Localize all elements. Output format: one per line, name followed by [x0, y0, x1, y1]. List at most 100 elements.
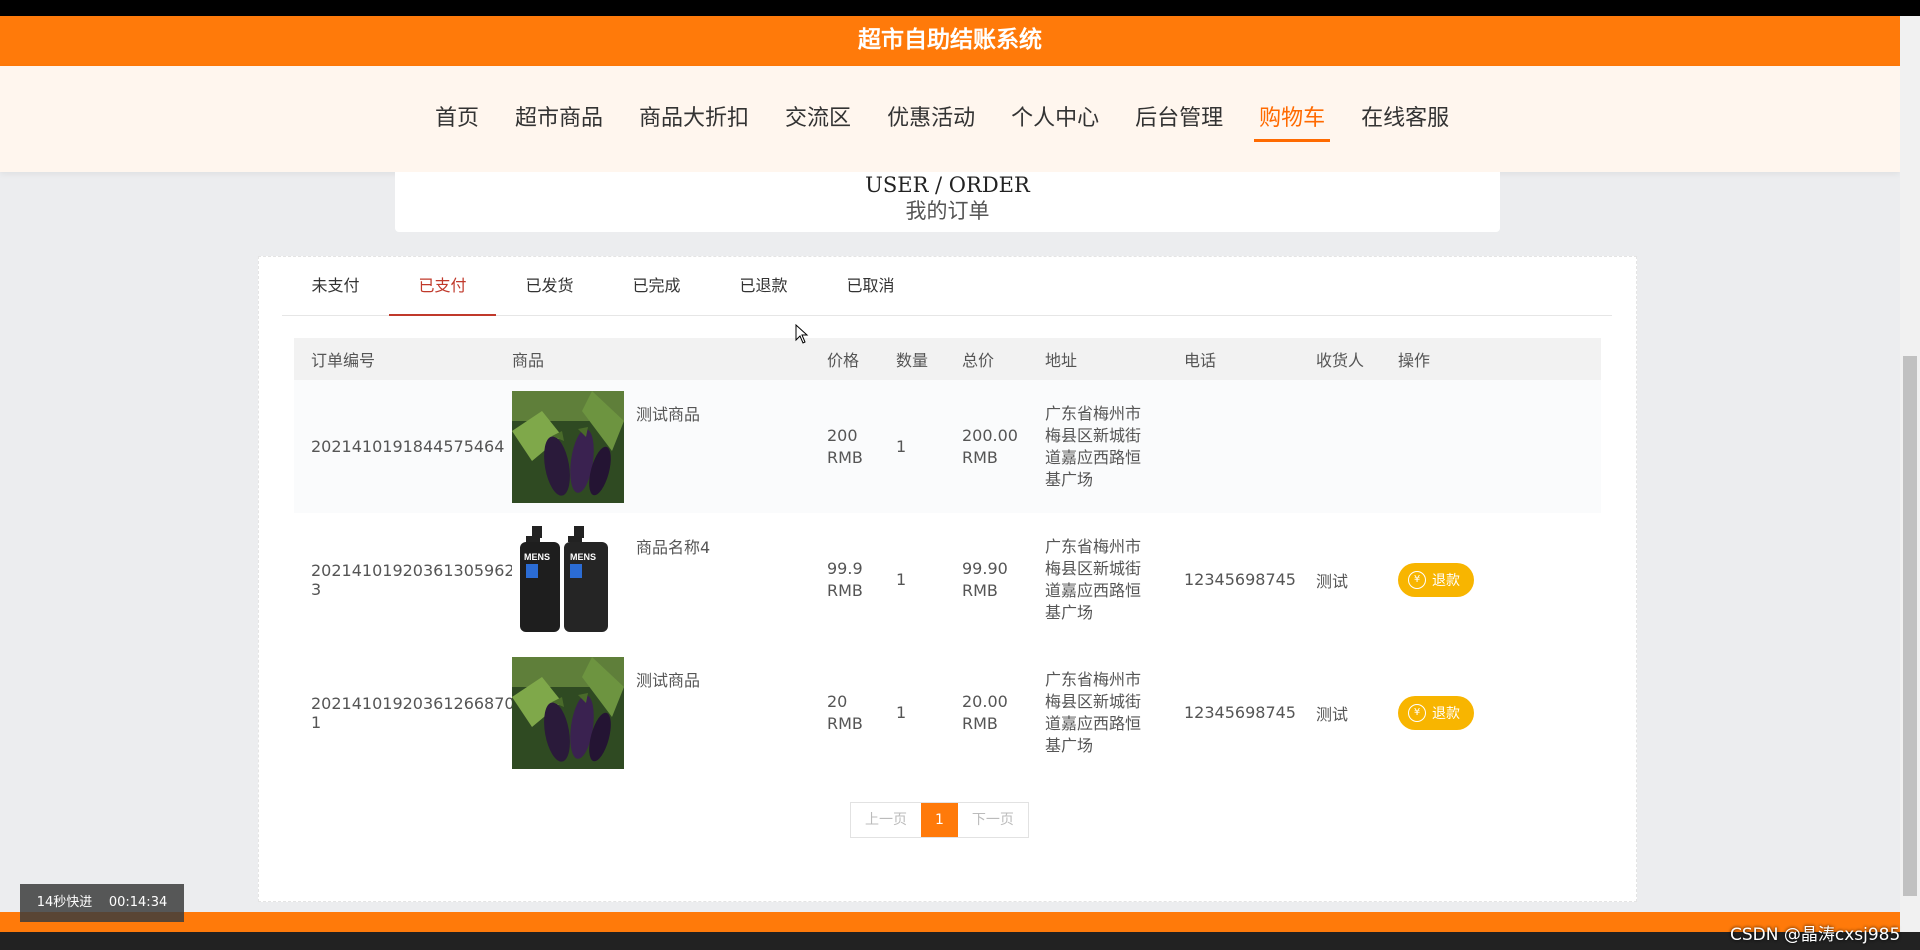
goods-cell: MENS MENS 商品名称4 [512, 523, 827, 636]
tab-refunded[interactable]: 已退款 [710, 257, 817, 315]
total: 99.90 RMB [962, 558, 1045, 602]
price: 200 RMB [827, 425, 896, 469]
mouse-cursor-icon [795, 324, 809, 344]
total-value: 99.90 [962, 558, 1008, 578]
tab-unpaid[interactable]: 未支付 [282, 257, 389, 315]
nav-item-home[interactable]: 首页 [420, 66, 494, 172]
header-qty: 数量 [896, 351, 929, 370]
order-no: 20214101920361305962​3 [311, 560, 515, 599]
total-value: 20.00 [962, 691, 1008, 711]
video-overlay: 14秒快进 00:14:34 [20, 884, 184, 922]
svg-text:MENS: MENS [524, 552, 550, 562]
price-unit: RMB [827, 447, 863, 467]
current-page[interactable]: 1 [921, 803, 958, 837]
pagination: 上一页 1 下一页 [850, 802, 1029, 838]
yen-icon: ¥ [1408, 703, 1426, 722]
header-order-no: 订单编号 [311, 351, 376, 370]
receiver: 测试 [1316, 704, 1349, 724]
refund-label: 退款 [1432, 572, 1460, 589]
page-title-en: USER / ORDER [865, 173, 1030, 197]
refund-button[interactable]: ¥ 退款 [1398, 695, 1474, 730]
price-unit: RMB [827, 713, 863, 733]
scrollbar-thumb[interactable] [1903, 356, 1917, 896]
goods-name[interactable]: 测试商品 [636, 401, 700, 425]
address: 广东省梅州市梅县区新城街道嘉应西路恒基广场 [1045, 403, 1142, 489]
tab-completed[interactable]: 已完成 [603, 257, 710, 315]
page-title-card: USER / ORDER 我的订单 [395, 172, 1500, 232]
eggplant-image[interactable] [512, 390, 624, 503]
nav-item-discounts[interactable]: 商品大折扣 [624, 66, 764, 172]
refund-button[interactable]: ¥ 退款 [1398, 562, 1474, 597]
goods-cell: 测试商品 [512, 390, 827, 503]
nav-item-support[interactable]: 在线客服 [1346, 66, 1464, 172]
header-receiver: 收货人 [1316, 351, 1365, 370]
mens-bottles-image[interactable]: MENS MENS [512, 523, 624, 636]
price: 20 RMB [827, 691, 896, 735]
quantity: 1 [896, 703, 907, 722]
goods-info: MENS MENS 商品名称4 [512, 523, 827, 636]
phone: 12345698745 [1184, 570, 1296, 589]
overlay-text: 14秒快进 [36, 895, 93, 910]
nav-list: 首页 超市商品 商品大折扣 交流区 优惠活动 个人中心 后台管理 购物车 在线客… [420, 66, 1470, 172]
watermark: CSDN @晶涛cxsj985 [1730, 925, 1901, 945]
table-row: 20214101920361305962​3 MENS MENS [294, 513, 1601, 646]
goods-info: 测试商品 [512, 656, 827, 769]
address: 广东省梅州市梅县区新城街道嘉应西路恒基广场 [1045, 536, 1142, 622]
price-unit: RMB [827, 580, 863, 600]
total-unit: RMB [962, 447, 998, 467]
order-status-tabs: 未支付 已支付 已发货 已完成 已退款 已取消 [282, 257, 1612, 316]
nav-item-admin[interactable]: 后台管理 [1120, 66, 1238, 172]
order-no: 20214101920361266870​1 [311, 693, 515, 732]
total-value: 200.00 [962, 425, 1018, 445]
price-value: 20 [827, 691, 848, 711]
nav-item-cart[interactable]: 购物车 [1244, 66, 1340, 172]
total-unit: RMB [962, 713, 998, 733]
table-header: 订单编号 商品 价格 数量 总价 地址 电话 收货人 操作 [294, 338, 1601, 380]
tab-cancelled[interactable]: 已取消 [817, 257, 924, 315]
eggplant-image[interactable] [512, 656, 624, 769]
table-row: 2021410191844575464 测试商品 200 RMB 1 200.0… [294, 380, 1601, 513]
price-value: 200 [827, 425, 858, 445]
footer-strip [0, 912, 1900, 932]
screen-top-bar [0, 0, 1920, 16]
address-cell: 广东省梅州市梅县区新城街道嘉应西路恒基广场 [1045, 536, 1184, 624]
prev-page-button[interactable]: 上一页 [851, 803, 921, 837]
price-value: 99.9 [827, 558, 863, 578]
app-title: 超市自助结账系统 [858, 27, 1042, 53]
phone: 12345698745 [1184, 703, 1296, 722]
action-cell: ¥ 退款 [1398, 562, 1518, 597]
tab-shipped[interactable]: 已发货 [496, 257, 603, 315]
order-no: 2021410191844575464 [311, 437, 505, 456]
refund-label: 退款 [1432, 705, 1460, 722]
total: 200.00 RMB [962, 425, 1045, 469]
header-phone: 电话 [1184, 351, 1217, 370]
tab-paid[interactable]: 已支付 [389, 257, 496, 316]
quantity: 1 [896, 570, 907, 589]
next-page-button[interactable]: 下一页 [958, 803, 1028, 837]
goods-cell: 测试商品 [512, 656, 827, 769]
svg-text:MENS: MENS [570, 552, 596, 562]
goods-info: 测试商品 [512, 390, 827, 503]
header-address: 地址 [1045, 351, 1078, 370]
nav-item-forum[interactable]: 交流区 [770, 66, 866, 172]
nav-item-products[interactable]: 超市商品 [500, 66, 618, 172]
header-action: 操作 [1398, 351, 1431, 370]
nav-item-promotions[interactable]: 优惠活动 [872, 66, 990, 172]
nav-item-profile[interactable]: 个人中心 [996, 66, 1114, 172]
quantity: 1 [896, 437, 907, 456]
address-cell: 广东省梅州市梅县区新城街道嘉应西路恒基广场 [1045, 669, 1184, 757]
screen-bottom-bar [0, 932, 1920, 950]
receiver: 测试 [1316, 571, 1349, 591]
price: 99.9 RMB [827, 558, 896, 602]
orders-panel: 未支付 已支付 已发货 已完成 已退款 已取消 订单编号 商品 价格 数量 总价… [258, 256, 1637, 902]
app-header: 超市自助结账系统 [0, 16, 1900, 66]
action-cell: ¥ 退款 [1398, 695, 1518, 730]
goods-name[interactable]: 测试商品 [636, 667, 700, 691]
address-cell: 广东省梅州市梅县区新城街道嘉应西路恒基广场 [1045, 403, 1184, 491]
address: 广东省梅州市梅县区新城街道嘉应西路恒基广场 [1045, 669, 1142, 755]
goods-name[interactable]: 商品名称4 [636, 534, 710, 558]
orders-table: 订单编号 商品 价格 数量 总价 地址 电话 收货人 操作 2021410191… [294, 338, 1601, 779]
header-goods: 商品 [512, 351, 545, 370]
page-title-zh: 我的订单 [905, 199, 990, 223]
header-price: 价格 [827, 351, 860, 370]
